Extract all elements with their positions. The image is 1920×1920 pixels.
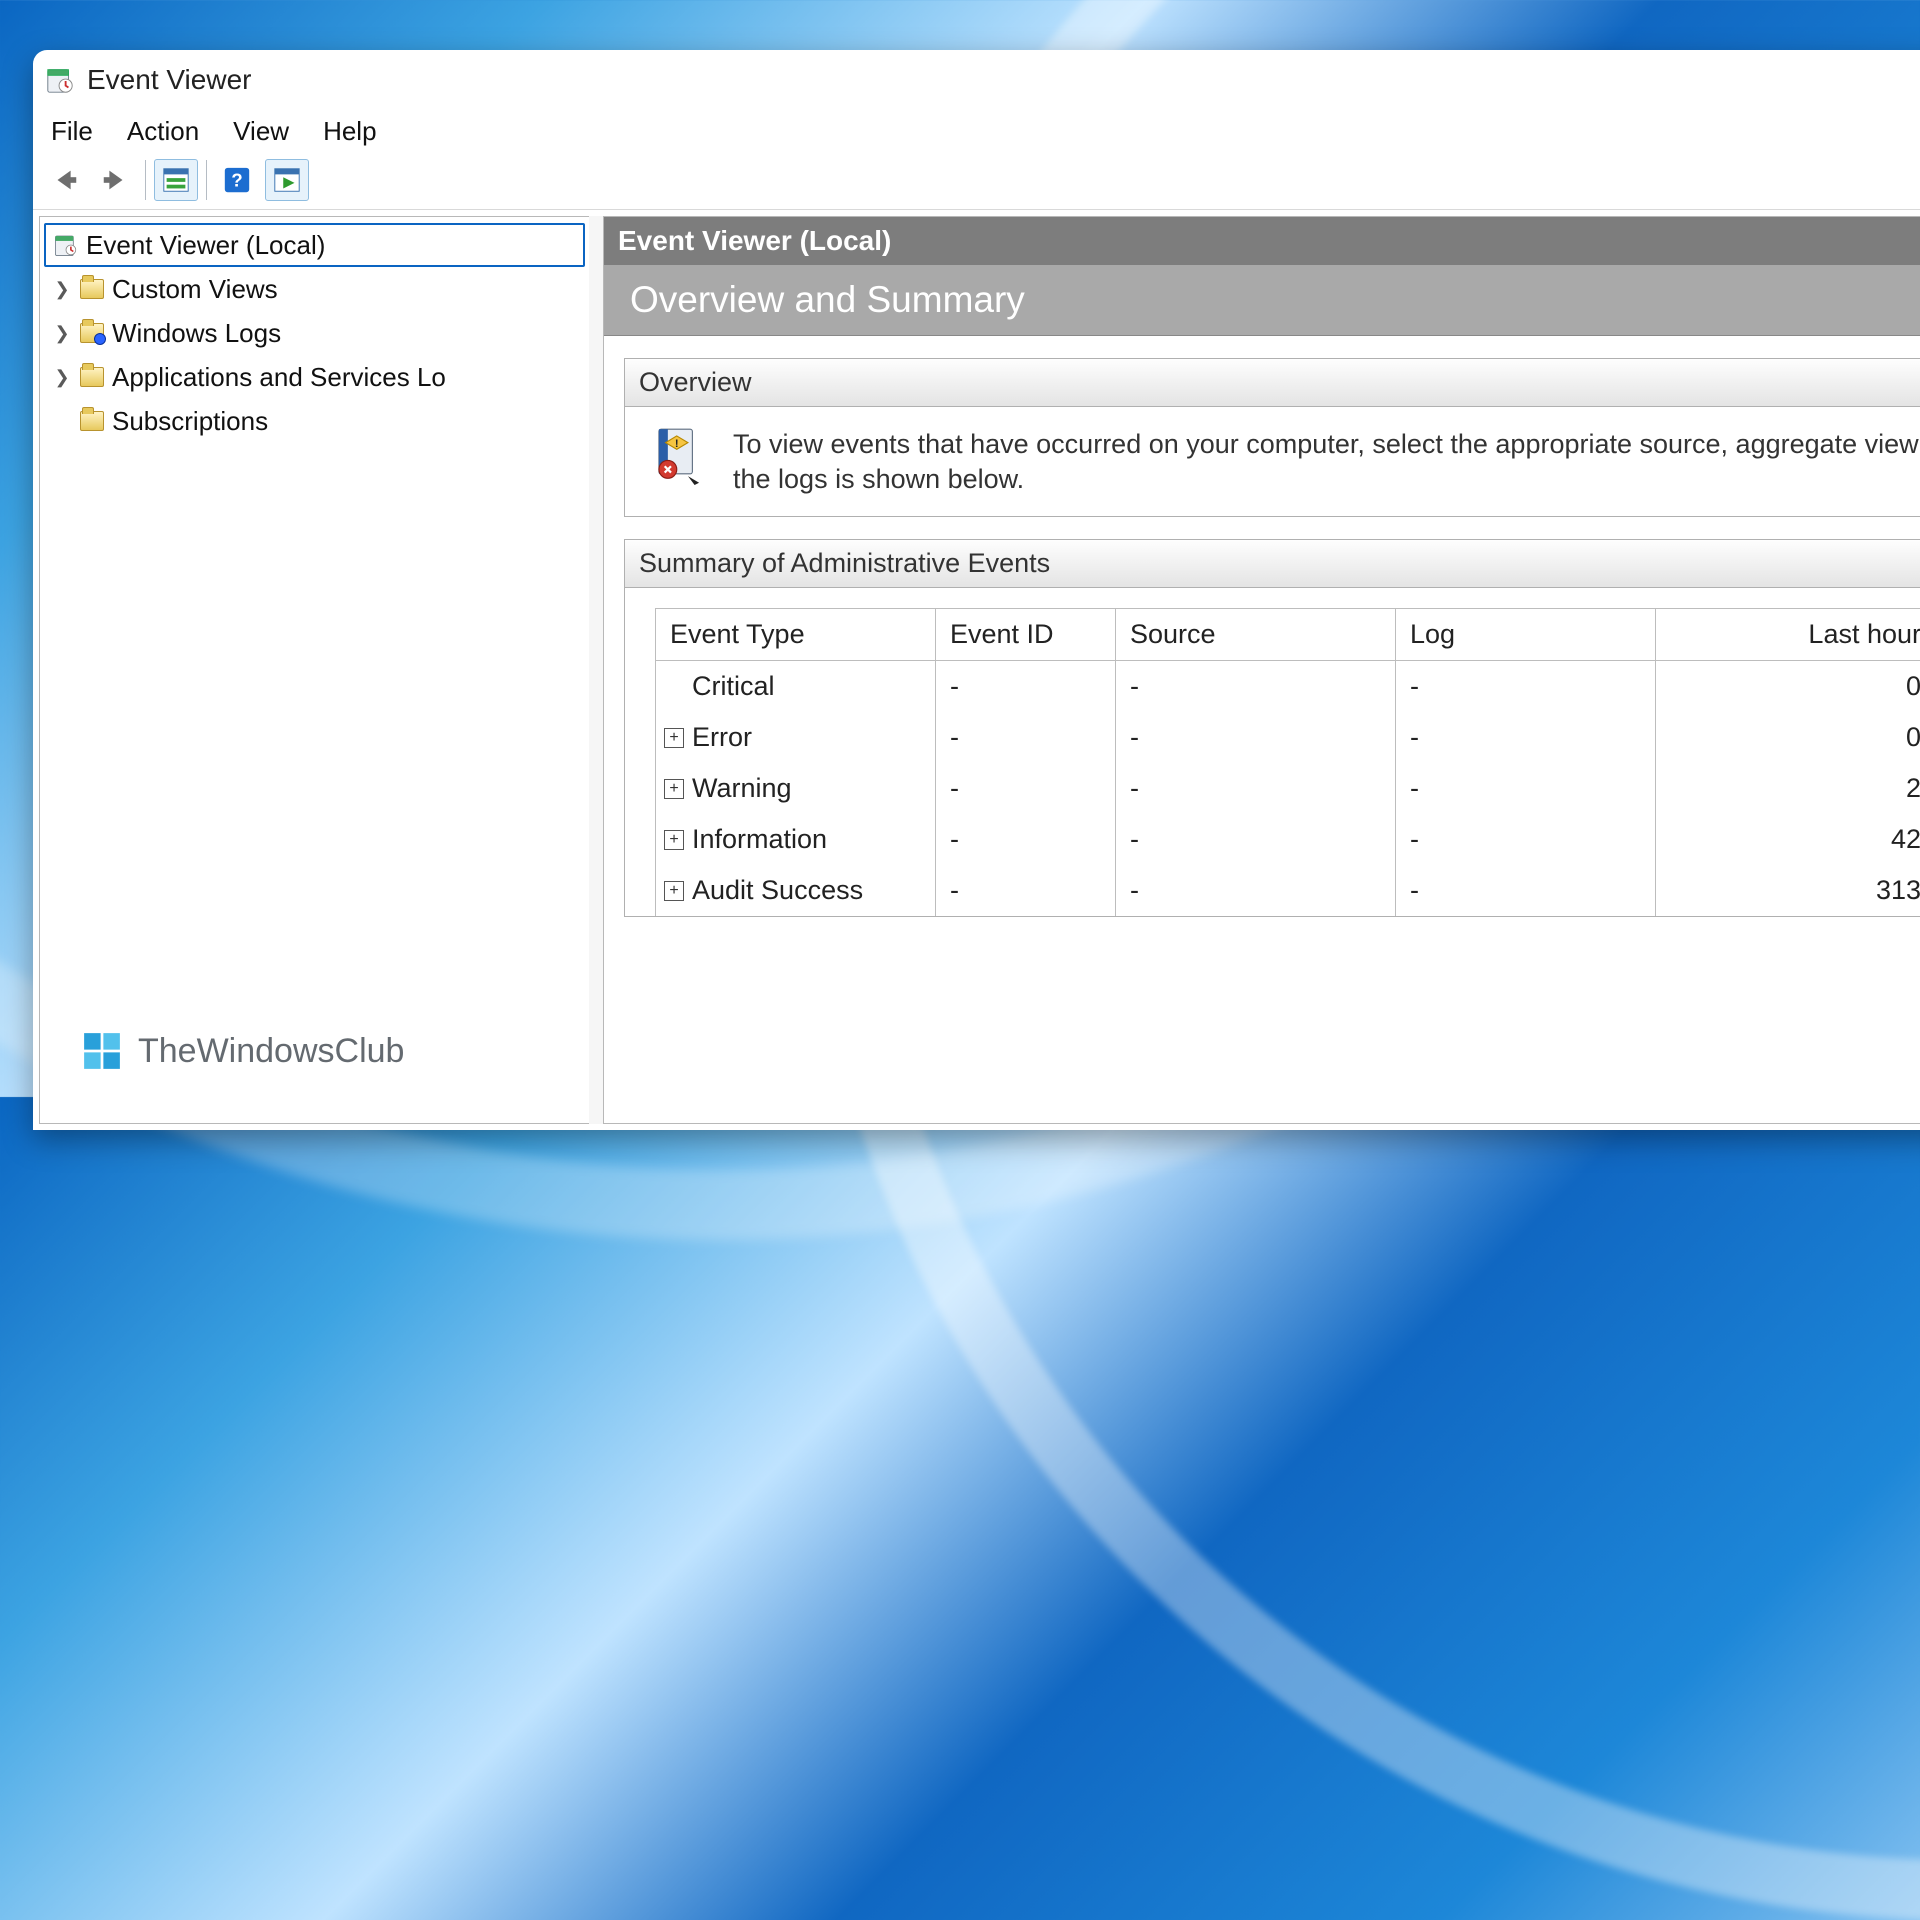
nav-back-button[interactable] bbox=[43, 159, 87, 201]
show-action-pane-button[interactable] bbox=[265, 159, 309, 201]
table-row[interactable]: +Audit Success---313 bbox=[656, 865, 1920, 916]
panel-actions-icon bbox=[272, 165, 302, 195]
tree-root-event-viewer[interactable]: Event Viewer (Local) bbox=[44, 223, 585, 267]
summary-panel: Summary of Administrative Events Event T… bbox=[624, 539, 1920, 917]
event-type-label: Warning bbox=[692, 773, 792, 804]
event-type-label: Critical bbox=[692, 671, 775, 702]
help-button[interactable]: ? bbox=[215, 159, 259, 201]
table-row[interactable]: +Error---0 bbox=[656, 712, 1920, 763]
table-row[interactable]: +Information---42 bbox=[656, 814, 1920, 865]
chevron-right-icon[interactable]: ❯ bbox=[52, 280, 72, 298]
table-row[interactable]: Critical---0 bbox=[656, 661, 1920, 712]
event-type-label: Information bbox=[692, 824, 827, 855]
cell: 313 bbox=[1656, 865, 1920, 916]
chevron-right-icon[interactable]: ❯ bbox=[52, 324, 72, 342]
event-type-label: Error bbox=[692, 722, 752, 753]
title-bar: Event Viewer bbox=[33, 50, 1920, 110]
watermark: TheWindowsClub bbox=[80, 1029, 404, 1073]
event-type-label: Audit Success bbox=[692, 875, 863, 906]
tree-root-label: Event Viewer (Local) bbox=[86, 230, 325, 261]
cell: - bbox=[1116, 712, 1396, 763]
menu-help[interactable]: Help bbox=[323, 116, 376, 147]
summary-panel-title: Summary of Administrative Events bbox=[625, 540, 1920, 588]
cell: - bbox=[1116, 814, 1396, 865]
menu-view[interactable]: View bbox=[233, 116, 289, 147]
panel-tree-icon bbox=[161, 165, 191, 195]
cell: 42 bbox=[1656, 814, 1920, 865]
event-viewer-icon bbox=[45, 65, 75, 95]
tree-splitter[interactable] bbox=[589, 216, 603, 1124]
cell: 0 bbox=[1656, 661, 1920, 712]
windows-flag-icon bbox=[80, 1029, 124, 1073]
content-subheader: Overview and Summary bbox=[604, 265, 1920, 336]
expand-icon[interactable]: + bbox=[664, 881, 684, 901]
svg-text:!: ! bbox=[675, 438, 679, 450]
watermark-text: TheWindowsClub bbox=[138, 1032, 404, 1071]
column-header[interactable]: Source bbox=[1116, 609, 1396, 661]
nav-forward-button[interactable] bbox=[93, 159, 137, 201]
cell: 0 bbox=[1656, 712, 1920, 763]
arrow-right-icon bbox=[100, 165, 130, 195]
overview-text: To view events that have occurred on you… bbox=[733, 427, 1920, 496]
cell: - bbox=[1396, 661, 1656, 712]
cell: - bbox=[1116, 865, 1396, 916]
cell: - bbox=[936, 814, 1116, 865]
event-viewer-icon bbox=[52, 231, 80, 259]
column-header[interactable]: Event Type bbox=[656, 609, 936, 661]
menu-action[interactable]: Action bbox=[127, 116, 199, 147]
folder-icon bbox=[78, 407, 106, 435]
folder-icon bbox=[78, 275, 106, 303]
svg-text:?: ? bbox=[231, 170, 242, 191]
app-window: Event Viewer File Action View Help bbox=[33, 50, 1920, 1130]
toolbar-separator bbox=[145, 160, 146, 200]
column-header[interactable]: Event ID bbox=[936, 609, 1116, 661]
tree-item-label: Subscriptions bbox=[112, 406, 268, 437]
events-table: Event TypeEvent IDSourceLogLast hour24 h… bbox=[655, 608, 1920, 916]
tree-item[interactable]: Subscriptions bbox=[44, 399, 585, 443]
cell: - bbox=[936, 661, 1116, 712]
cell: - bbox=[1116, 661, 1396, 712]
column-header[interactable]: Last hour bbox=[1656, 609, 1920, 661]
tree-item-label: Applications and Services Lo bbox=[112, 362, 446, 393]
expand-icon[interactable]: + bbox=[664, 779, 684, 799]
overview-book-icon: ! bbox=[651, 427, 707, 485]
tree-item-label: Windows Logs bbox=[112, 318, 281, 349]
menu-bar: File Action View Help bbox=[33, 110, 1920, 157]
tree-pane[interactable]: Event Viewer (Local) ❯ Custom Views ❯ Windo… bbox=[39, 216, 589, 1124]
cell: - bbox=[1396, 865, 1656, 916]
menu-file[interactable]: File bbox=[51, 116, 93, 147]
column-header[interactable]: Log bbox=[1396, 609, 1656, 661]
folder-icon bbox=[78, 319, 106, 347]
content-header: Event Viewer (Local) bbox=[604, 217, 1920, 265]
expand-icon[interactable]: + bbox=[664, 728, 684, 748]
overview-panel: Overview ! To view events that have occu… bbox=[624, 358, 1920, 517]
cell: - bbox=[1116, 763, 1396, 814]
cell: - bbox=[1396, 814, 1656, 865]
cell: - bbox=[936, 865, 1116, 916]
chevron-right-icon[interactable]: ❯ bbox=[52, 368, 72, 386]
app-title: Event Viewer bbox=[87, 64, 251, 96]
arrow-left-icon bbox=[50, 165, 80, 195]
content-pane: Event Viewer (Local) Overview and Summar… bbox=[603, 216, 1920, 1124]
toolbar-separator bbox=[206, 160, 207, 200]
show-tree-button[interactable] bbox=[154, 159, 198, 201]
toolbar: ? bbox=[33, 157, 1920, 210]
tree-item[interactable]: ❯ Custom Views bbox=[44, 267, 585, 311]
tree-item-label: Custom Views bbox=[112, 274, 278, 305]
expand-icon[interactable]: + bbox=[664, 830, 684, 850]
tree-item[interactable]: ❯ Applications and Services Lo bbox=[44, 355, 585, 399]
folder-icon bbox=[78, 363, 106, 391]
help-icon: ? bbox=[222, 165, 252, 195]
cell: - bbox=[936, 712, 1116, 763]
table-row[interactable]: +Warning---2 bbox=[656, 763, 1920, 814]
cell: 2 bbox=[1656, 763, 1920, 814]
cell: - bbox=[936, 763, 1116, 814]
cell: - bbox=[1396, 712, 1656, 763]
overview-panel-title: Overview bbox=[625, 359, 1920, 407]
cell: - bbox=[1396, 763, 1656, 814]
tree-item[interactable]: ❯ Windows Logs bbox=[44, 311, 585, 355]
